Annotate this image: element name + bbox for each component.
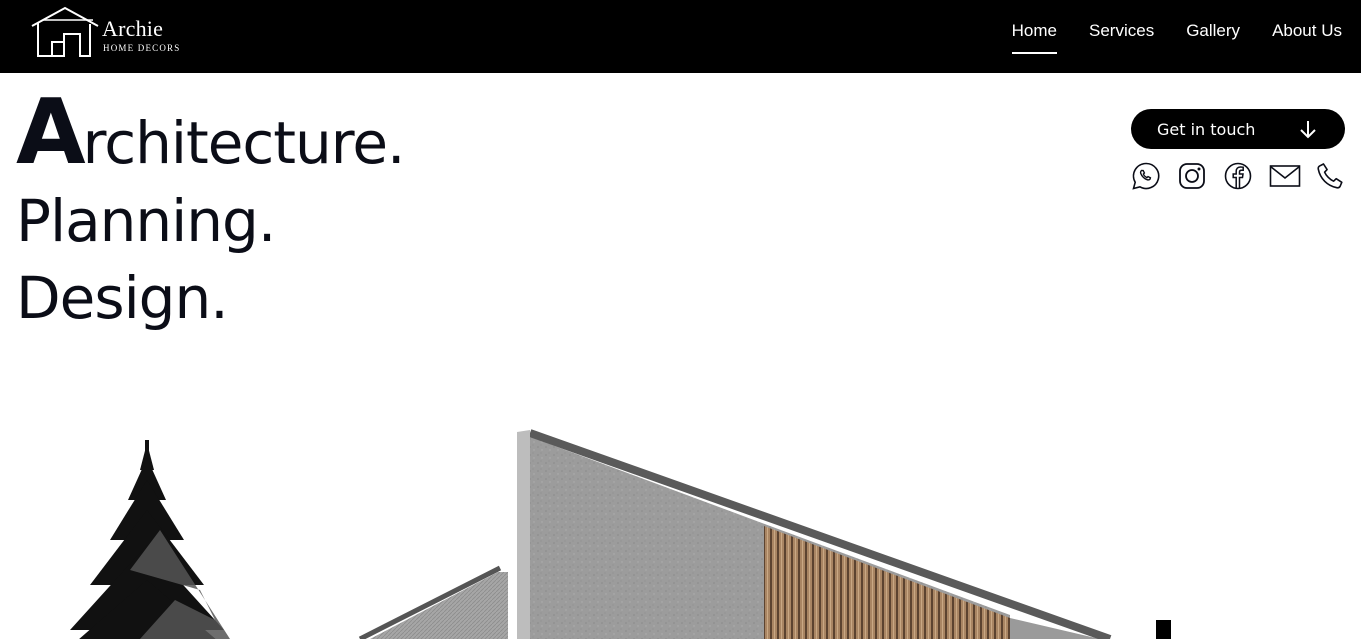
headline-rest: rchitecture. bbox=[82, 109, 406, 177]
get-in-touch-button[interactable]: Get in touch bbox=[1131, 109, 1345, 149]
house-logo-icon bbox=[31, 6, 99, 57]
headline-initial: A bbox=[16, 80, 86, 185]
phone-icon[interactable] bbox=[1315, 161, 1345, 191]
brand-logo[interactable]: Archie HOME DECORS bbox=[30, 6, 180, 58]
site-header: Archie HOME DECORS Home Services Gallery… bbox=[0, 0, 1361, 73]
nav-item-about-us[interactable]: About Us bbox=[1272, 19, 1342, 41]
hero-headline: Architecture. Planning. Design. bbox=[16, 88, 405, 332]
whatsapp-icon[interactable] bbox=[1131, 161, 1161, 191]
headline-planning: Planning. bbox=[16, 187, 276, 255]
hero-illustration bbox=[0, 340, 1361, 639]
social-links bbox=[1131, 161, 1345, 191]
brand-name: Archie bbox=[102, 16, 164, 41]
pine-tree-illustration bbox=[70, 440, 230, 639]
facebook-icon[interactable] bbox=[1223, 161, 1253, 191]
headline-design: Design. bbox=[16, 264, 229, 332]
brand-tagline: HOME DECORS bbox=[103, 43, 181, 53]
mail-icon[interactable] bbox=[1269, 161, 1301, 191]
nav-item-gallery[interactable]: Gallery bbox=[1186, 19, 1240, 41]
arrow-down-icon bbox=[1300, 121, 1316, 139]
headline-architecture: Architecture. bbox=[16, 88, 405, 178]
nav-item-home[interactable]: Home bbox=[1011, 19, 1058, 54]
get-in-touch-label: Get in touch bbox=[1157, 119, 1256, 139]
nav-item-services[interactable]: Services bbox=[1089, 19, 1154, 41]
main-nav: Home Services Gallery About Us bbox=[1011, 0, 1342, 60]
instagram-icon[interactable] bbox=[1177, 161, 1207, 191]
building-illustration bbox=[70, 429, 1171, 639]
